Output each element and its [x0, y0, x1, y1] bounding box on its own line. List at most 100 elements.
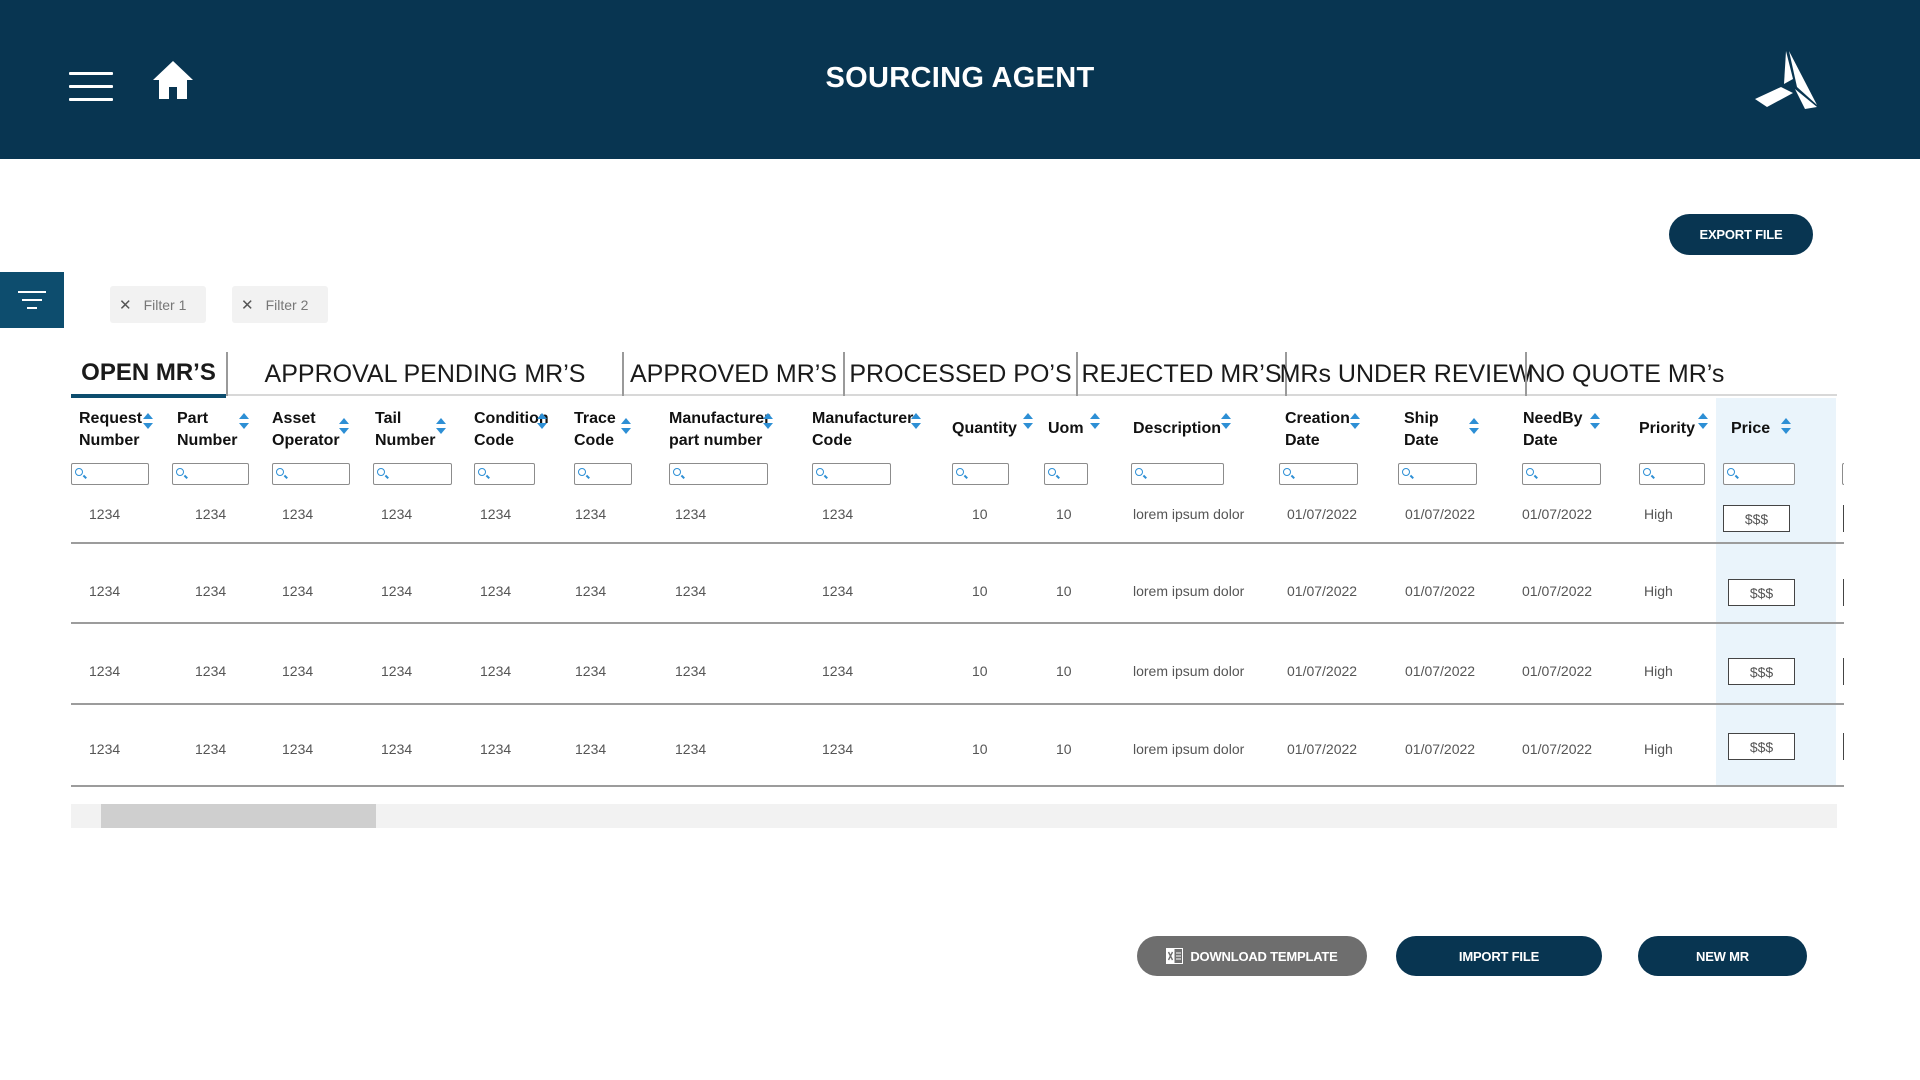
column-header-label: Quantity [952, 420, 1017, 437]
table-cell: 1234 [575, 583, 607, 599]
filter-chip-label: Filter 2 [265, 296, 309, 313]
column-header[interactable]: Priority [1639, 418, 1695, 440]
sort-icon[interactable] [1221, 413, 1231, 431]
horizontal-scrollbar[interactable] [71, 804, 1837, 828]
status-tabs: OPEN MR’S APPROVAL PENDING MR’S APPROVED… [71, 352, 1837, 398]
next-column-input[interactable] [1843, 658, 1844, 685]
column-search-input[interactable] [474, 463, 535, 485]
search-icon [1727, 468, 1735, 476]
column-search-input[interactable] [1044, 463, 1088, 485]
export-file-button[interactable]: EXPORT FILE [1669, 214, 1813, 255]
column-search-input[interactable] [952, 463, 1009, 485]
sort-icon[interactable] [143, 413, 153, 431]
price-input[interactable]: $$$ [1723, 505, 1790, 532]
import-file-button[interactable]: IMPORT FILE [1396, 936, 1602, 976]
sort-icon[interactable] [1090, 413, 1100, 431]
filter-chip[interactable]: ✕ Filter 1 [110, 286, 206, 323]
table-cell: 10 [972, 506, 988, 522]
new-mr-button[interactable]: NEW MR [1638, 936, 1807, 976]
column-header[interactable]: Description [1133, 418, 1221, 440]
sort-icon[interactable] [1590, 413, 1600, 431]
sort-icon[interactable] [1698, 413, 1708, 431]
column-header[interactable]: Request Number [79, 408, 142, 452]
column-search-input[interactable] [172, 463, 249, 485]
column-header[interactable]: Uom [1048, 418, 1084, 440]
column-search-input[interactable] [574, 463, 632, 485]
row-divider [71, 622, 1844, 624]
table-cell: 01/07/2022 [1405, 663, 1476, 679]
search-icon [1048, 468, 1056, 476]
filter-icon[interactable] [0, 272, 64, 328]
sort-icon[interactable] [339, 418, 349, 436]
sort-icon[interactable] [911, 413, 921, 431]
price-input[interactable]: $$$ [1728, 658, 1795, 685]
column-header[interactable]: Quantity [952, 418, 1017, 440]
column-header-label: Number [79, 432, 140, 449]
tab-approved-mrs[interactable]: APPROVED MR’S [622, 352, 843, 396]
column-header-label: Code [812, 432, 852, 449]
sort-icon[interactable] [239, 413, 249, 431]
sort-icon[interactable] [1023, 413, 1033, 431]
column-search-input[interactable] [272, 463, 350, 485]
search-icon [478, 468, 486, 476]
table-cell: 1234 [381, 741, 413, 757]
column-header-label: Tail [375, 410, 402, 427]
excel-icon [1166, 948, 1184, 964]
column-search-input[interactable] [1279, 463, 1358, 485]
column-header[interactable]: Creation Date [1285, 408, 1350, 452]
table-cell: 1234 [480, 663, 512, 679]
download-template-button[interactable]: DOWNLOAD TEMPLATE [1137, 936, 1367, 976]
column-search-input[interactable] [1131, 463, 1224, 485]
row-divider [71, 785, 1844, 787]
sort-icon[interactable] [1350, 413, 1360, 431]
column-search-input[interactable] [1639, 463, 1705, 485]
column-search-input[interactable] [812, 463, 891, 485]
column-header[interactable]: Asset Operator [272, 408, 340, 452]
scrollbar-thumb[interactable] [101, 804, 376, 828]
table-cell: 1234 [282, 583, 314, 599]
sort-icon[interactable] [1469, 418, 1479, 436]
column-header[interactable]: Trace Code [574, 408, 616, 452]
column-header[interactable]: NeedBy Date [1523, 408, 1583, 452]
column-search-input[interactable] [669, 463, 768, 485]
column-header[interactable]: Manufacturer part number [669, 408, 770, 452]
tab-approval-pending-mrs[interactable]: APPROVAL PENDING MR’S [226, 352, 622, 396]
price-input[interactable]: $$$ [1728, 579, 1795, 606]
sort-icon[interactable] [621, 418, 631, 436]
column-header[interactable]: Part Number [177, 408, 237, 452]
column-header[interactable]: Ship Date [1404, 408, 1439, 452]
table-cell: lorem ipsum dolor [1133, 741, 1245, 757]
sort-icon[interactable] [763, 413, 773, 431]
table-cell: 10 [1056, 741, 1072, 757]
next-column-input[interactable] [1843, 733, 1844, 760]
column-header-label: NeedBy [1523, 410, 1583, 427]
tab-no-quote-mrs[interactable]: NO QUOTE MR’s [1525, 352, 1725, 396]
column-search-input[interactable] [1522, 463, 1601, 485]
column-search-input[interactable] [1398, 463, 1477, 485]
tab-mrs-under-review[interactable]: MRs UNDER REVIEW [1280, 352, 1532, 396]
column-search-input[interactable] [1723, 463, 1795, 485]
search-icon [1402, 468, 1410, 476]
price-input[interactable]: $$$ [1728, 733, 1795, 760]
table-cell: 01/07/2022 [1522, 506, 1593, 522]
column-search-input[interactable] [71, 463, 149, 485]
tab-open-mrs[interactable]: OPEN MR’S [71, 352, 226, 398]
close-icon[interactable]: ✕ [241, 296, 254, 314]
table-cell: 1234 [282, 663, 314, 679]
next-column-input[interactable] [1843, 579, 1844, 606]
tab-processed-pos[interactable]: PROCESSED PO’S [843, 352, 1076, 396]
next-column-input[interactable] [1843, 505, 1844, 532]
table-cell: 1234 [195, 663, 227, 679]
sort-icon[interactable] [436, 418, 446, 436]
filter-chip[interactable]: ✕ Filter 2 [232, 286, 328, 323]
column-search-input[interactable] [373, 463, 452, 485]
column-search-input[interactable] [1842, 463, 1844, 485]
sort-icon[interactable] [537, 413, 547, 431]
column-header[interactable]: Tail Number [375, 408, 435, 452]
close-icon[interactable]: ✕ [119, 296, 132, 314]
sort-icon[interactable] [1781, 418, 1791, 436]
column-header[interactable]: Manufacturer Code [812, 408, 913, 452]
tab-rejected-mrs[interactable]: REJECTED MR’S [1076, 352, 1285, 396]
table-cell: 10 [1056, 663, 1072, 679]
column-header[interactable]: Price [1731, 418, 1770, 440]
